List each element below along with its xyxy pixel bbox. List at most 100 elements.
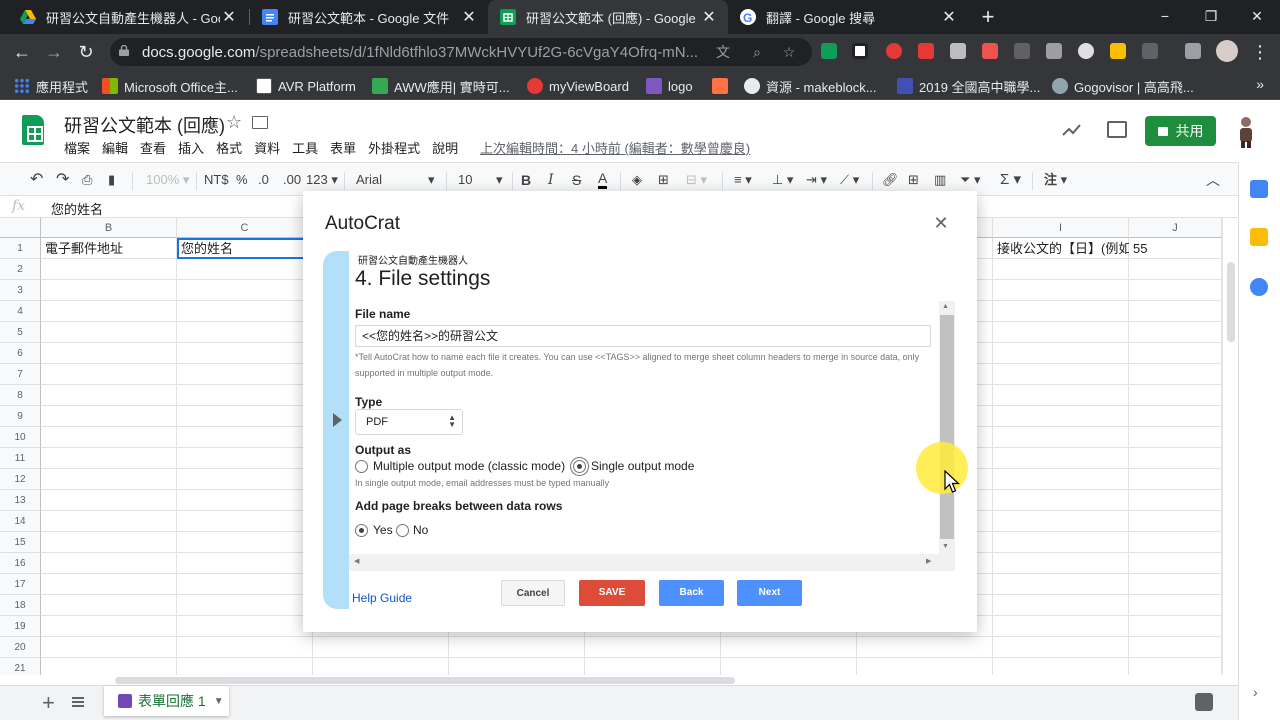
input-tools-button[interactable]: 注 ▾	[1044, 171, 1067, 189]
minimize-button[interactable]: −	[1142, 0, 1188, 34]
scroll-thumb[interactable]	[940, 315, 954, 539]
row-header[interactable]: 18	[0, 595, 41, 616]
more-formats-select[interactable]: 123 ▾	[306, 171, 338, 189]
cell-j1[interactable]: 55	[1129, 238, 1222, 259]
horizontal-scrollbar[interactable]	[41, 675, 1222, 685]
chevron-down-icon[interactable]: ▼	[214, 696, 224, 707]
close-icon[interactable]: ✕	[932, 213, 950, 234]
close-tab-icon[interactable]: ✕	[940, 7, 958, 27]
currency-format-button[interactable]: NT$	[204, 171, 229, 189]
extension-icon[interactable]	[1110, 43, 1126, 59]
bookmark-item[interactable]: 資源 - makeblock...	[744, 77, 877, 95]
filter-icon[interactable]: ⏷ ▾	[960, 171, 981, 189]
single-output-label[interactable]: Single output mode	[591, 459, 694, 473]
row-header[interactable]: 14	[0, 511, 41, 532]
paint-format-icon[interactable]: ▮	[108, 171, 115, 189]
extension-icon[interactable]	[886, 43, 902, 59]
bookmark-item[interactable]: AVR Platform	[256, 77, 356, 95]
file-name-input[interactable]: <<您的姓名>>的研習公文	[355, 325, 931, 347]
row-header[interactable]: 20	[0, 637, 41, 658]
page-breaks-no-label[interactable]: No	[413, 523, 428, 537]
text-rotation-icon[interactable]: ⟋ ▾	[840, 171, 859, 189]
forward-arrow-icon[interactable]: →	[42, 40, 66, 64]
address-bar[interactable]: docs.google.com/spreadsheets/d/1fNld6tfh…	[110, 38, 812, 66]
new-tab-button[interactable]: +	[976, 4, 1000, 30]
mail-icon[interactable]	[950, 43, 966, 59]
scroll-down-icon[interactable]: ▼	[942, 543, 949, 550]
extension-icon[interactable]	[1014, 43, 1030, 59]
row-header[interactable]: 7	[0, 364, 41, 385]
font-size-select[interactable]: 10 ▾	[458, 171, 506, 189]
multiple-output-label[interactable]: Multiple output mode (classic mode)	[373, 459, 565, 473]
page-breaks-no-radio[interactable]	[396, 524, 409, 537]
page-breaks-yes-radio[interactable]	[355, 524, 368, 537]
step-arrow-icon[interactable]	[333, 413, 342, 427]
undo-icon[interactable]: ↶	[30, 171, 43, 189]
vertical-scrollbar[interactable]	[1222, 218, 1238, 675]
insert-chart-icon[interactable]: ▥	[934, 171, 946, 189]
comment-icon[interactable]	[1107, 121, 1127, 138]
row-header[interactable]: 10	[0, 427, 41, 448]
row-header[interactable]: 2	[0, 259, 41, 280]
percent-format-button[interactable]: %	[236, 171, 248, 189]
row-header[interactable]: 11	[0, 448, 41, 469]
back-arrow-icon[interactable]: ←	[10, 40, 34, 64]
strikethrough-button[interactable]: S	[572, 171, 581, 189]
expand-panel-icon[interactable]: ›	[1253, 684, 1258, 700]
last-edit-link[interactable]: 上次編輯時間：4 小時前 (編輯者：數學曾慶良)	[480, 138, 750, 157]
scroll-thumb[interactable]	[1227, 262, 1235, 342]
bookmark-item[interactable]: Microsoft Office主...	[102, 77, 238, 95]
bookmarks-more-button[interactable]: »	[1256, 76, 1264, 92]
bookmark-item[interactable]: 應用程式	[14, 77, 88, 95]
formula-input[interactable]: 您的姓名	[51, 199, 103, 218]
row-header[interactable]: 15	[0, 532, 41, 553]
column-header[interactable]: C	[177, 218, 313, 238]
bookmark-item[interactable]: Gogovisor | 高高飛...	[1052, 77, 1194, 95]
row-header[interactable]: 12	[0, 469, 41, 490]
functions-button[interactable]: Σ ▾	[1000, 171, 1021, 189]
decrease-decimal-button[interactable]: .0	[258, 171, 269, 189]
merge-cells-icon[interactable]: ⊟ ▾	[686, 171, 707, 189]
vertical-align-icon[interactable]: ⊥ ▾	[772, 171, 793, 189]
document-title[interactable]: 研習公文範本 (回應)	[64, 112, 225, 138]
row-header[interactable]: 8	[0, 385, 41, 406]
zoom-select[interactable]: 100% ▾	[146, 171, 189, 189]
close-tab-icon[interactable]: ✕	[700, 7, 718, 27]
menu-view[interactable]: 查看	[140, 138, 166, 157]
close-tab-icon[interactable]: ✕	[460, 7, 478, 27]
column-header[interactable]: J	[1129, 218, 1222, 238]
menu-help[interactable]: 說明	[432, 138, 458, 157]
single-output-radio[interactable]	[573, 460, 586, 473]
avatar[interactable]	[1233, 114, 1259, 148]
row-header[interactable]: 1	[0, 238, 41, 259]
scroll-thumb[interactable]	[115, 677, 735, 684]
menu-file[interactable]: 檔案	[64, 138, 90, 157]
activity-trend-icon[interactable]	[1062, 122, 1082, 138]
all-sheets-icon[interactable]	[72, 697, 84, 707]
dialog-vertical-scrollbar[interactable]: ▲ ▼	[939, 301, 955, 571]
insert-link-icon[interactable]: 🔗︎	[882, 171, 899, 189]
row-header[interactable]: 6	[0, 343, 41, 364]
scroll-right-icon[interactable]: ▶	[926, 557, 931, 565]
cell-c1[interactable]: 您的姓名	[177, 238, 313, 259]
print-icon[interactable]: ⎙	[82, 171, 92, 189]
font-select[interactable]: Arial ▾	[356, 171, 436, 189]
back-button[interactable]: Back	[659, 580, 724, 606]
menu-form[interactable]: 表單	[330, 138, 356, 157]
menu-insert[interactable]: 插入	[178, 138, 204, 157]
fill-color-icon[interactable]: ◈	[632, 171, 642, 189]
row-header[interactable]: 21	[0, 658, 41, 675]
avatar[interactable]	[1216, 40, 1238, 62]
insert-comment-icon[interactable]: ⊞	[908, 171, 919, 189]
browser-tab-sheets[interactable]: 研習公文範本 (回應) - Google 試 ✕	[488, 0, 728, 34]
extension-icon[interactable]	[821, 43, 837, 59]
bookmark-item[interactable]: AWW應用| 實時可...	[372, 77, 510, 95]
borders-icon[interactable]: ⊞	[658, 171, 669, 189]
star-icon[interactable]: ☆	[226, 112, 242, 133]
scroll-up-icon[interactable]: ▲	[942, 303, 949, 310]
bookmark-item[interactable]	[712, 77, 734, 95]
type-select[interactable]: PDF ▲ ▼	[355, 409, 463, 435]
extension-icon[interactable]	[982, 43, 998, 59]
dialog-horizontal-scrollbar[interactable]: ◀ ▶	[349, 554, 939, 571]
scroll-left-icon[interactable]: ◀	[354, 557, 359, 565]
